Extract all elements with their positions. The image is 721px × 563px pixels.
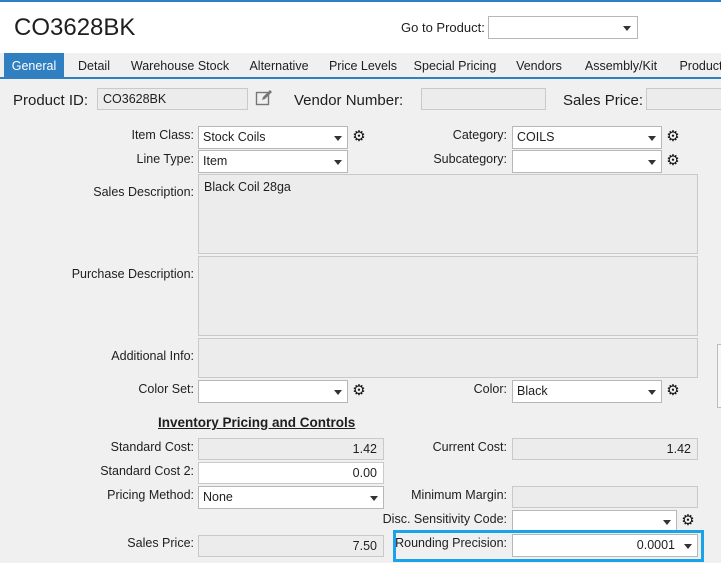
- item-class-select[interactable]: Stock Coils: [198, 126, 348, 149]
- go-to-product-label: Go to Product:: [401, 20, 485, 35]
- standard-cost-2-label: Standard Cost 2:: [100, 464, 194, 478]
- color-select[interactable]: Black: [512, 380, 662, 403]
- category-label: Category:: [452, 128, 507, 142]
- color-value: Black: [517, 384, 548, 398]
- line-type-label: Line Type:: [136, 152, 194, 166]
- sales-description-textarea[interactable]: Black Coil 28ga: [198, 174, 698, 254]
- tab-general[interactable]: General: [4, 53, 64, 79]
- sales-price-label: Sales Price:: [563, 92, 644, 109]
- general-form: Product ID: CO3628BK Vendor Number: Sale…: [0, 79, 721, 563]
- line-type-select[interactable]: Item: [198, 150, 348, 173]
- standard-cost-field[interactable]: 1.42: [198, 438, 384, 460]
- category-select[interactable]: COILS: [512, 126, 662, 149]
- sales-price-field[interactable]: [646, 88, 721, 110]
- chevron-down-icon: [648, 136, 656, 141]
- tab-price-levels[interactable]: Price Levels: [326, 53, 400, 79]
- chevron-down-icon: [334, 160, 342, 165]
- gear-icon[interactable]: ⚙: [665, 153, 681, 169]
- vendor-number-field[interactable]: [421, 88, 546, 110]
- tab-alternative[interactable]: Alternative: [243, 53, 315, 79]
- tab-assembly-kit[interactable]: Assembly/Kit: [579, 53, 663, 79]
- additional-info-textarea[interactable]: [198, 338, 698, 378]
- tab-warehouse-stock[interactable]: Warehouse Stock: [128, 53, 232, 79]
- disc-sensitivity-label: Disc. Sensitivity Code:: [382, 512, 507, 526]
- product-id-field[interactable]: CO3628BK: [97, 88, 248, 110]
- go-to-product-select[interactable]: [488, 16, 638, 39]
- standard-cost-label: Standard Cost:: [110, 440, 194, 454]
- page-title: CO3628BK: [14, 14, 136, 41]
- chevron-down-icon: [334, 136, 342, 141]
- chevron-down-icon: [663, 520, 671, 525]
- gear-icon[interactable]: ⚙: [351, 129, 367, 145]
- inventory-section-title: Inventory Pricing and Controls: [158, 415, 356, 430]
- scrollbar-handle[interactable]: [717, 344, 721, 408]
- item-class-label: Item Class:: [131, 128, 194, 142]
- line-type-value: Item: [203, 154, 228, 168]
- chevron-down-icon: [648, 160, 656, 165]
- chevron-down-icon: [648, 390, 656, 395]
- tab-special-pricing[interactable]: Special Pricing: [410, 53, 500, 79]
- product-id-label: Product ID:: [13, 92, 89, 109]
- sales-description-label: Sales Description:: [93, 185, 194, 199]
- category-value: COILS: [517, 130, 555, 144]
- item-class-value: Stock Coils: [203, 130, 266, 144]
- gear-icon[interactable]: ⚙: [351, 383, 367, 399]
- current-cost-label: Current Cost:: [432, 440, 507, 454]
- gear-icon[interactable]: ⚙: [665, 383, 681, 399]
- standard-cost-2-field[interactable]: 0.00: [198, 462, 384, 484]
- edit-icon[interactable]: [254, 88, 274, 108]
- top-accent-line: [0, 0, 721, 2]
- chevron-down-icon: [334, 390, 342, 395]
- color-set-label: Color Set:: [138, 382, 194, 396]
- additional-info-label: Additional Info:: [111, 349, 194, 363]
- minimum-margin-label: Minimum Margin:: [411, 488, 507, 502]
- gear-icon[interactable]: ⚙: [665, 129, 681, 145]
- gear-icon[interactable]: ⚙: [680, 513, 696, 529]
- tab-bar: General Detail Warehouse Stock Alternati…: [0, 53, 721, 79]
- purchase-description-label: Purchase Description:: [71, 267, 194, 281]
- inventory-sales-price-label: Sales Price:: [127, 536, 194, 550]
- chevron-down-icon: [623, 26, 631, 31]
- subcategory-label: Subcategory:: [433, 152, 507, 166]
- purchase-description-textarea[interactable]: [198, 256, 698, 336]
- inventory-sales-price-field[interactable]: 7.50: [198, 535, 384, 557]
- pricing-method-select[interactable]: None: [198, 486, 384, 509]
- color-set-select[interactable]: [198, 380, 348, 403]
- tab-detail[interactable]: Detail: [68, 53, 120, 79]
- current-cost-field[interactable]: 1.42: [512, 438, 698, 460]
- color-label: Color:: [473, 382, 507, 396]
- minimum-margin-field[interactable]: [512, 486, 698, 508]
- pricing-method-label: Pricing Method:: [107, 488, 194, 502]
- tab-vendors[interactable]: Vendors: [510, 53, 568, 79]
- tab-product[interactable]: Product: [673, 53, 721, 79]
- pricing-method-value: None: [203, 490, 233, 504]
- rounding-precision-highlight: [393, 530, 704, 562]
- subcategory-select[interactable]: [512, 150, 662, 173]
- chevron-down-icon: [370, 496, 378, 501]
- vendor-number-label: Vendor Number:: [294, 92, 404, 109]
